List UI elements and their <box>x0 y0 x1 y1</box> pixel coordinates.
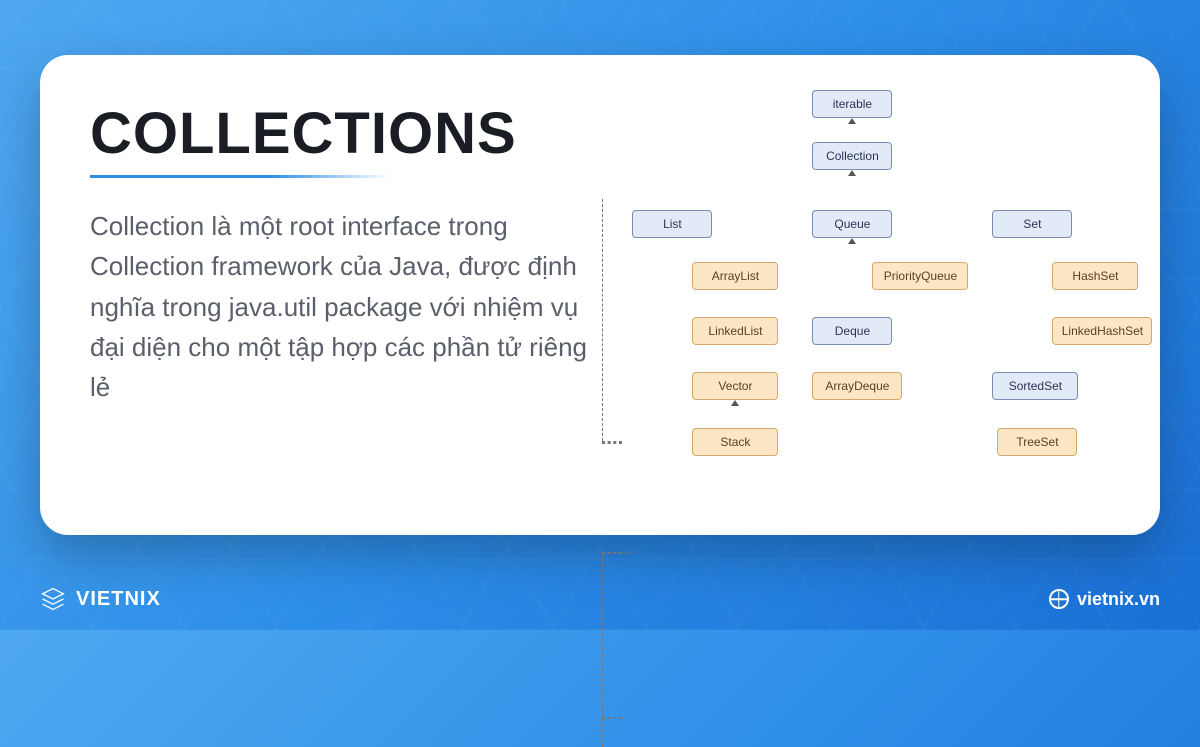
arrow-icon <box>848 238 856 244</box>
edge <box>602 718 622 719</box>
arrow-icon <box>731 400 739 406</box>
node-list: List <box>632 210 712 238</box>
node-collection: Collection <box>812 142 892 170</box>
node-linkedlist: LinkedList <box>692 317 778 345</box>
node-treeset: TreeSet <box>997 428 1077 456</box>
edge <box>602 90 603 114</box>
site-link: vietnix.vn <box>1049 589 1160 610</box>
arrow-icon <box>848 170 856 176</box>
node-arraylist: ArrayList <box>692 262 778 290</box>
text-panel: COLLECTIONS Collection là một root inter… <box>90 100 612 490</box>
edge <box>602 133 603 155</box>
diagram-panel: iterable Collection List Queue Set Array… <box>612 100 1110 490</box>
node-set: Set <box>992 210 1072 238</box>
main-title: COLLECTIONS <box>90 100 612 167</box>
title-underline <box>90 175 390 178</box>
globe-icon <box>1049 589 1069 609</box>
node-queue: Queue <box>812 210 892 238</box>
edge <box>602 132 962 133</box>
footer-bar: VIETNIX vietnix.vn <box>40 586 1160 612</box>
edge <box>602 472 603 552</box>
edge <box>602 553 636 554</box>
edge <box>602 114 603 132</box>
collections-hierarchy-diagram: iterable Collection List Queue Set Array… <box>602 90 1120 490</box>
edge <box>602 444 603 472</box>
site-url: vietnix.vn <box>1077 589 1160 610</box>
description-text: Collection là một root interface trong C… <box>90 206 610 407</box>
node-iterable: iterable <box>812 90 892 118</box>
brand-logo: VIETNIX <box>40 586 161 612</box>
edge <box>602 719 603 747</box>
node-sortedset: SortedSet <box>992 372 1078 400</box>
node-priorityqueue: PriorityQueue <box>872 262 968 290</box>
stack-icon <box>40 586 66 612</box>
edge <box>602 554 603 582</box>
edge <box>602 177 603 199</box>
node-vector: Vector <box>692 372 778 400</box>
node-hashset: HashSet <box>1052 262 1138 290</box>
node-deque: Deque <box>812 317 892 345</box>
edge <box>602 155 603 177</box>
node-stack: Stack <box>692 428 778 456</box>
brand-name: VIETNIX <box>76 588 161 611</box>
node-arraydeque: ArrayDeque <box>812 372 902 400</box>
node-linkedhashset: LinkedHashSet <box>1052 317 1152 345</box>
arrow-icon <box>848 118 856 124</box>
edge <box>602 199 603 441</box>
edge <box>602 443 622 444</box>
content-card: COLLECTIONS Collection là một root inter… <box>40 55 1160 535</box>
